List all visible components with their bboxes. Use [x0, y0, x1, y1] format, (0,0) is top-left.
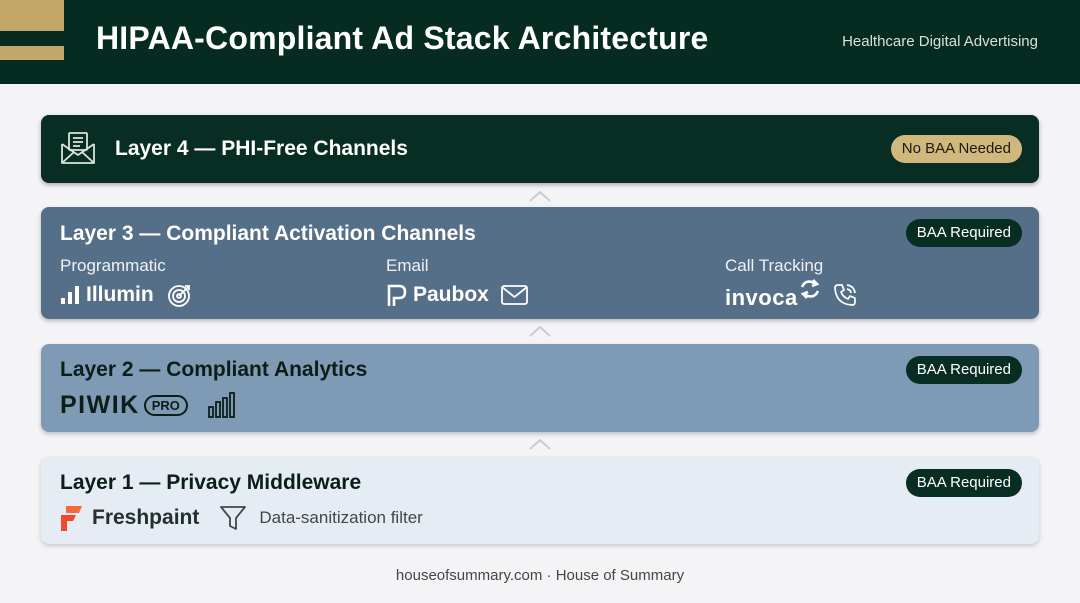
email-newsletter-icon	[60, 131, 96, 165]
layer-1-title: Layer 1 — Privacy Middleware	[60, 471, 362, 494]
footer-attribution: houseofsummary.com · House of Summary	[395, 567, 685, 584]
phone-icon	[833, 284, 856, 306]
paubox-logo-icon	[387, 284, 407, 306]
status-badge: No BAA Needed	[890, 135, 1022, 163]
status-badge: BAA Required	[905, 356, 1022, 384]
page-title: HIPAA-Compliant Ad Stack Architecture	[96, 20, 709, 56]
invoca-swirl-icon	[800, 279, 820, 299]
page-header: HIPAA-Compliant Ad Stack Architecture He…	[0, 0, 1080, 84]
brand-paubox-name: Paubox	[413, 283, 489, 306]
header-accent-bar	[0, 46, 64, 60]
signal-bars-icon	[61, 286, 79, 304]
chevron-up-icon	[529, 325, 551, 337]
brand-invoca: invoca	[725, 279, 857, 310]
status-badge: BAA Required	[905, 469, 1022, 497]
chevron-up-icon	[529, 190, 551, 202]
funnel-icon	[220, 506, 247, 530]
channel-label-call-tracking: Call Tracking	[725, 256, 824, 275]
brand-piwik-pro: PIWIK PRO	[60, 390, 237, 420]
layer-4-title: Layer 4 — PHI-Free Channels	[115, 137, 408, 160]
layer-4-card: Layer 4 — PHI-Free Channels No BAA Neede…	[41, 115, 1039, 183]
status-badge: BAA Required	[905, 219, 1022, 247]
brand-piwik-suffix: PRO	[143, 394, 188, 416]
page-subtitle: Healthcare Digital Advertising	[842, 33, 1038, 50]
chevron-up-icon	[529, 438, 551, 450]
brand-illumin: Illumin	[60, 280, 193, 310]
brand-piwik-name: PIWIK	[60, 390, 140, 419]
brand-invoca-name: invoca	[725, 285, 798, 310]
filter-label: Data-sanitization filter	[259, 508, 423, 527]
bar-chart-icon	[207, 392, 235, 418]
layer-3-card: Layer 3 — Compliant Activation Channels …	[41, 207, 1039, 319]
freshpaint-logo-icon	[61, 506, 82, 531]
brand-illumin-name: Illumin	[86, 283, 154, 306]
brand-freshpaint: Freshpaint Data-sanitization filter	[60, 503, 423, 533]
channel-label-programmatic: Programmatic	[60, 256, 166, 275]
layer-2-title: Layer 2 — Compliant Analytics	[60, 358, 368, 381]
layer-2-card: Layer 2 — Compliant Analytics BAA Requir…	[41, 344, 1039, 432]
brand-paubox: Paubox	[386, 280, 528, 310]
channel-label-email: Email	[386, 256, 429, 275]
header-accent-bar	[0, 0, 64, 31]
layer-3-title: Layer 3 — Compliant Activation Channels	[60, 222, 476, 245]
brand-freshpaint-name: Freshpaint	[92, 506, 200, 529]
envelope-icon	[500, 285, 528, 305]
layer-1-card: Layer 1 — Privacy Middleware BAA Require…	[41, 457, 1039, 544]
target-icon	[167, 285, 190, 307]
